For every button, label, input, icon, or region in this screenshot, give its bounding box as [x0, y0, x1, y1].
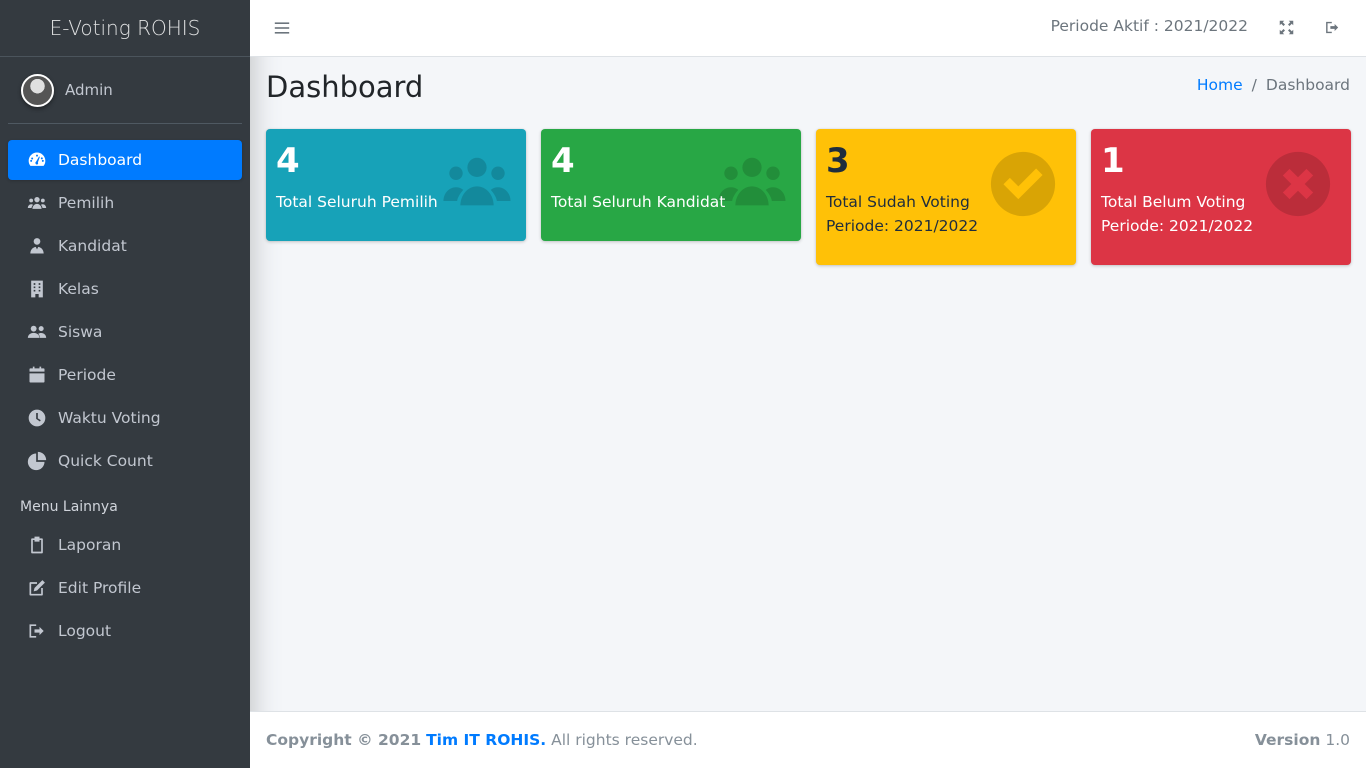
version-number: 1.0	[1325, 731, 1350, 749]
stat-label: Total Sudah Voting Periode: 2021/2022	[826, 190, 1066, 238]
team-link[interactable]: Tim IT ROHIS.	[426, 731, 546, 749]
sidebar-item-label: Quick Count	[58, 452, 153, 470]
stat-label-main: Total Sudah Voting	[826, 193, 970, 211]
sidebar-item-label: Waktu Voting	[58, 409, 161, 427]
periode-aktif-text: Periode Aktif : 2021/2022	[1050, 17, 1248, 35]
stat-label: Total Belum Voting Periode: 2021/2022	[1101, 190, 1341, 238]
stat-label-periode: Periode: 2021/2022	[1101, 217, 1254, 235]
footer: Copyright © 2021 Tim IT ROHIS. All right…	[250, 711, 1366, 768]
sign-out-icon	[1325, 21, 1338, 33]
copyright-text: Copyright © 2021	[266, 731, 422, 749]
sidebar-item-dashboard[interactable]: Dashboard	[8, 140, 242, 180]
top-navbar: Periode Aktif : 2021/2022	[250, 0, 1366, 57]
users-icon	[26, 192, 48, 214]
sidebar-item-kelas[interactable]: Kelas	[8, 269, 242, 309]
logout-button[interactable]	[1322, 17, 1342, 37]
stat-label: Total Seluruh Pemilih	[276, 193, 438, 211]
tachometer-icon	[26, 149, 48, 171]
hamburger-icon	[274, 22, 290, 34]
clipboard-icon	[26, 534, 48, 556]
expand-arrows-icon	[1279, 20, 1293, 34]
page-title: Dashboard	[266, 70, 424, 104]
sidebar-item-label: Dashboard	[58, 151, 143, 169]
stat-box-sudah-voting: 3 Total Sudah Voting Periode: 2021/2022	[816, 129, 1076, 265]
footer-version: Version 1.0	[1255, 731, 1350, 749]
edit-icon	[26, 577, 48, 599]
stat-label-main: Total Belum Voting	[1101, 193, 1246, 211]
sidebar-item-label: Pemilih	[58, 194, 115, 212]
calendar-icon	[26, 364, 48, 386]
sidebar: E-Voting ROHIS Admin Dashboard Pemilih K…	[0, 0, 250, 768]
stat-label: Total Seluruh Kandidat	[551, 193, 726, 211]
sidebar-item-kandidat[interactable]: Kandidat	[8, 226, 242, 266]
sidebar-item-label: Kelas	[58, 280, 99, 298]
brand-text: E-Voting ROHIS	[49, 16, 201, 40]
sidebar-nav: Dashboard Pemilih Kandidat Kelas Siswa P…	[0, 140, 250, 651]
stat-box-total-kandidat: 4 Total Seluruh Kandidat	[541, 129, 801, 241]
sidebar-item-label: Kandidat	[58, 237, 127, 255]
breadcrumb-home-link[interactable]: Home	[1197, 76, 1243, 94]
user-panel[interactable]: Admin	[8, 57, 242, 124]
user-tie-icon	[26, 235, 48, 257]
sign-out-icon	[26, 620, 48, 642]
footer-copyright: Copyright © 2021 Tim IT ROHIS. All right…	[266, 731, 698, 749]
sidebar-item-label: Siswa	[58, 323, 103, 341]
sidebar-item-periode[interactable]: Periode	[8, 355, 242, 395]
building-icon	[26, 278, 48, 300]
version-label: Version	[1254, 731, 1321, 749]
sidebar-item-siswa[interactable]: Siswa	[8, 312, 242, 352]
clock-icon	[26, 407, 48, 429]
sidebar-item-edit-profile[interactable]: Edit Profile	[8, 568, 242, 608]
user-friends-icon	[26, 321, 48, 343]
sidebar-item-pemilih[interactable]: Pemilih	[8, 183, 242, 223]
avatar	[21, 73, 54, 107]
sidebar-item-logout[interactable]: Logout	[8, 611, 242, 651]
brand-link[interactable]: E-Voting ROHIS	[0, 0, 250, 57]
rights-text: All rights reserved.	[551, 731, 698, 749]
breadcrumb: Home / Dashboard	[1197, 76, 1350, 94]
sidebar-item-quick-count[interactable]: Quick Count	[8, 441, 242, 481]
sidebar-item-laporan[interactable]: Laporan	[8, 525, 242, 565]
sidebar-header-menu-lainnya: Menu Lainnya	[20, 498, 118, 515]
chart-pie-icon	[26, 450, 48, 472]
stat-label-periode: Periode: 2021/2022	[826, 217, 979, 235]
breadcrumb-current: Dashboard	[1265, 76, 1350, 94]
sidebar-item-label: Periode	[58, 366, 116, 384]
sidebar-item-label: Laporan	[58, 536, 122, 554]
breadcrumb-separator: /	[1251, 76, 1257, 94]
stat-box-belum-voting: 1 Total Belum Voting Periode: 2021/2022	[1091, 129, 1351, 265]
menu-toggle-button[interactable]	[272, 17, 292, 39]
sidebar-item-label: Edit Profile	[58, 579, 142, 597]
user-name: Admin	[65, 81, 113, 99]
sidebar-item-waktu-voting[interactable]: Waktu Voting	[8, 398, 242, 438]
fullscreen-button[interactable]	[1276, 17, 1296, 37]
stat-box-total-pemilih: 4 Total Seluruh Pemilih	[266, 129, 526, 241]
sidebar-item-label: Logout	[58, 622, 112, 640]
